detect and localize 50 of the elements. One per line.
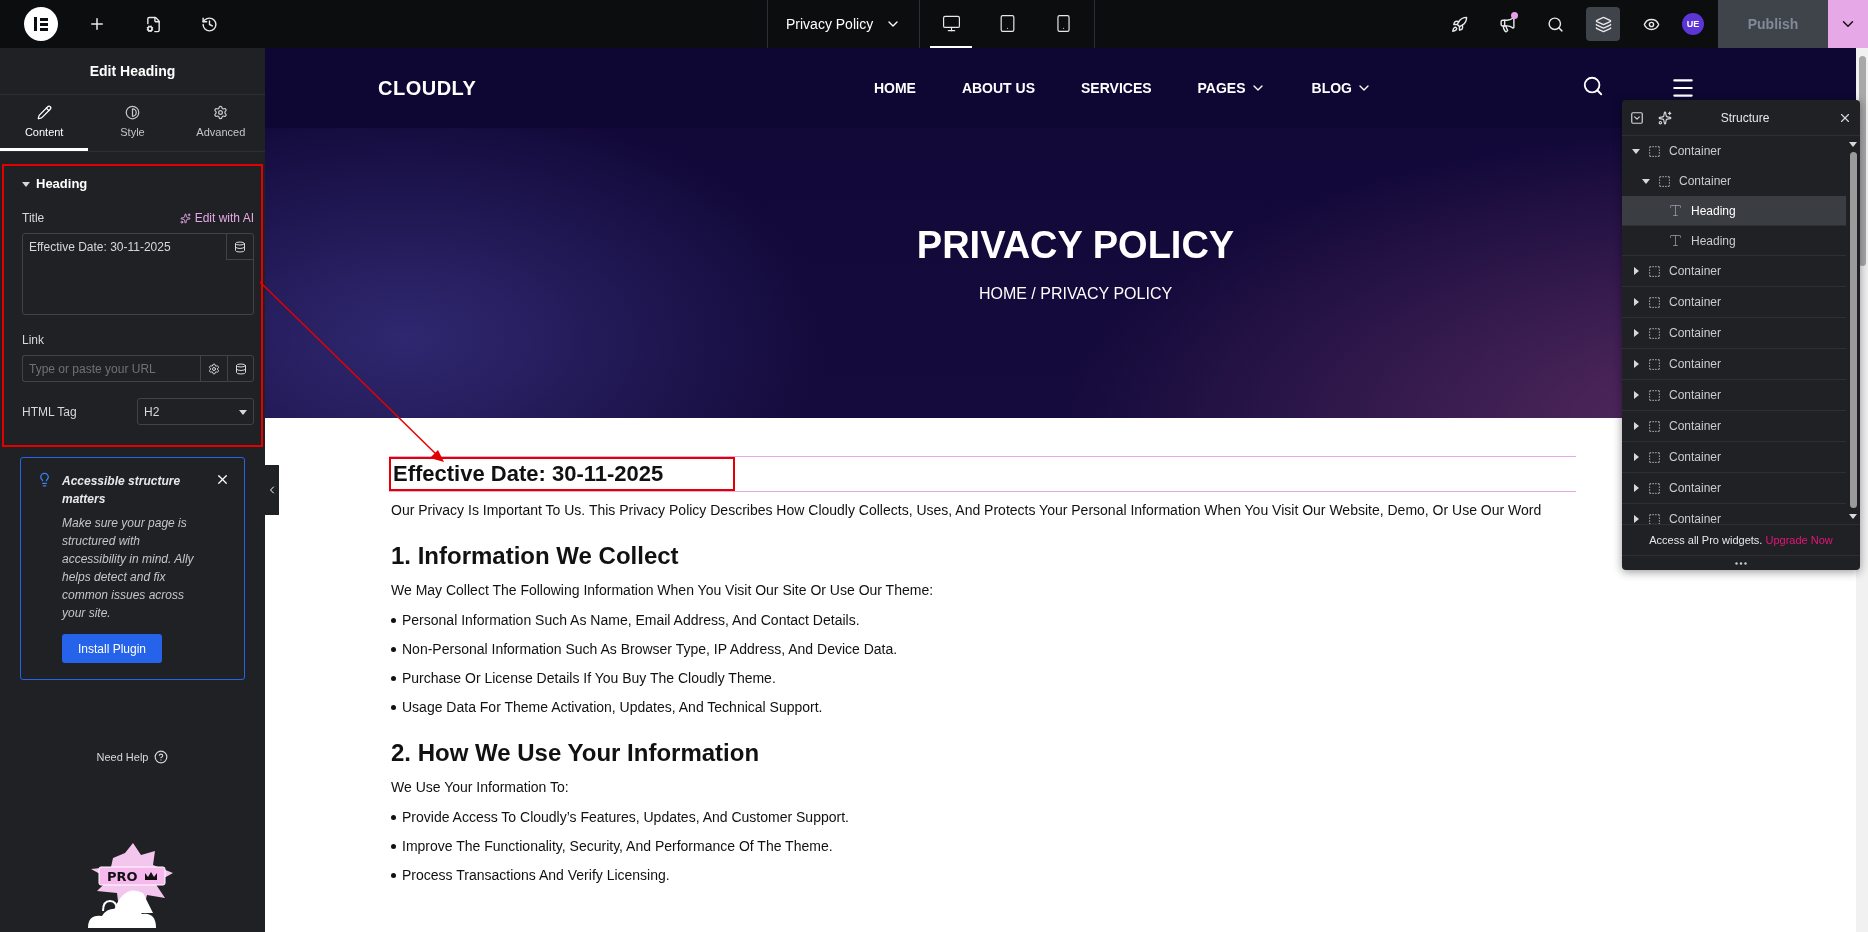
field-label: Link	[22, 333, 44, 347]
list-item: Non-Personal Information Such As Browser Type, IP Address, And Device Data.	[391, 641, 898, 657]
structure-item[interactable]: Heading	[1622, 226, 1846, 256]
section-toggle[interactable]: Heading	[22, 176, 254, 191]
panel-tab[interactable]: Style	[88, 95, 177, 151]
hero-title: PRIVACY POLICY	[916, 224, 1235, 267]
field-label: HTML Tag	[22, 404, 77, 419]
html-tag-select[interactable]: H2	[137, 398, 254, 425]
paragraph: We Use Your Information To:	[391, 779, 569, 795]
nav-link[interactable]: BLOG	[1311, 80, 1372, 96]
structure-item[interactable]: Container	[1622, 473, 1846, 504]
section-heading: 1. Information We Collect	[391, 542, 679, 570]
structure-item[interactable]: Container	[1622, 287, 1846, 318]
upgrade-link[interactable]: Upgrade Now	[1765, 534, 1833, 546]
title-textarea[interactable]: Effective Date: 30-11-2025	[22, 233, 254, 315]
list-item: Provide Access To Cloudly’s Features, Updates, And Customer Support.	[391, 809, 849, 825]
structure-item[interactable]: Heading	[1622, 196, 1846, 226]
section-heading: 2. How We Use Your Information	[391, 739, 760, 767]
site-logo[interactable]: CLOUDLY	[378, 76, 477, 100]
structure-title: Structure	[1719, 110, 1771, 125]
link-field[interactable]: Type or paste your URL	[22, 355, 200, 382]
structure-item[interactable]: Container	[1622, 442, 1846, 473]
list-item: Personal Information Such As Name, Email Address, And Contact Details.	[391, 612, 898, 628]
structure-item[interactable]: Container	[1622, 318, 1846, 349]
structure-item[interactable]: Container	[1622, 349, 1846, 380]
paragraph: Our Privacy Is Important To Us. This Privacy Policy Describes How Cloudly Collects, Uses, And Protects Your Personal Information When You Visit Our Website, Demo, Or Use Our Word	[391, 502, 1542, 518]
selected-heading[interactable]: Effective Date: 30-11-2025	[389, 457, 736, 491]
need-help-link[interactable]: Need Help	[96, 750, 169, 764]
user-avatar[interactable]: UE	[1682, 13, 1704, 35]
list-item: Usage Data For Theme Activation, Updates, And Technical Support.	[391, 699, 898, 715]
panel-tab[interactable]: Content	[0, 95, 89, 151]
promo-text: Access all Pro widgets. Upgrade Now	[1622, 524, 1860, 556]
notice-title: Accessible structure matters	[62, 473, 182, 508]
nav-link[interactable]: PAGES	[1197, 80, 1266, 96]
nav-link[interactable]: ABOUT US	[961, 80, 1035, 96]
nav-link[interactable]: SERVICES	[1081, 80, 1152, 96]
structure-item[interactable]: Container	[1622, 411, 1846, 442]
paragraph: We May Collect The Following Information When You Visit Our Site Or Use Our Theme:	[391, 582, 934, 598]
panel-tab[interactable]: Advanced	[176, 95, 265, 151]
list-item: Purchase Or License Details If You Buy The Cloudly Theme.	[391, 670, 898, 686]
edit-with-ai-link[interactable]: Edit with AI	[179, 211, 254, 225]
install-plugin-button[interactable]: Install Plugin	[62, 634, 163, 663]
list-item: Process Transactions And Verify Licensing.	[391, 867, 849, 883]
breadcrumb: HOME / PRIVACY POLICY	[978, 285, 1173, 303]
list-item: Improve The Functionality, Security, And Performance Of The Theme.	[391, 838, 849, 854]
field-label: Title	[22, 211, 45, 225]
notice-text: Make sure your page is structured with accessibility in mind. Ally helps detect and fix common issues across your site.	[62, 515, 195, 622]
nav-link[interactable]: HOME	[873, 80, 916, 96]
structure-item[interactable]: Container	[1622, 380, 1846, 411]
structure-item[interactable]: Container	[1622, 256, 1846, 287]
